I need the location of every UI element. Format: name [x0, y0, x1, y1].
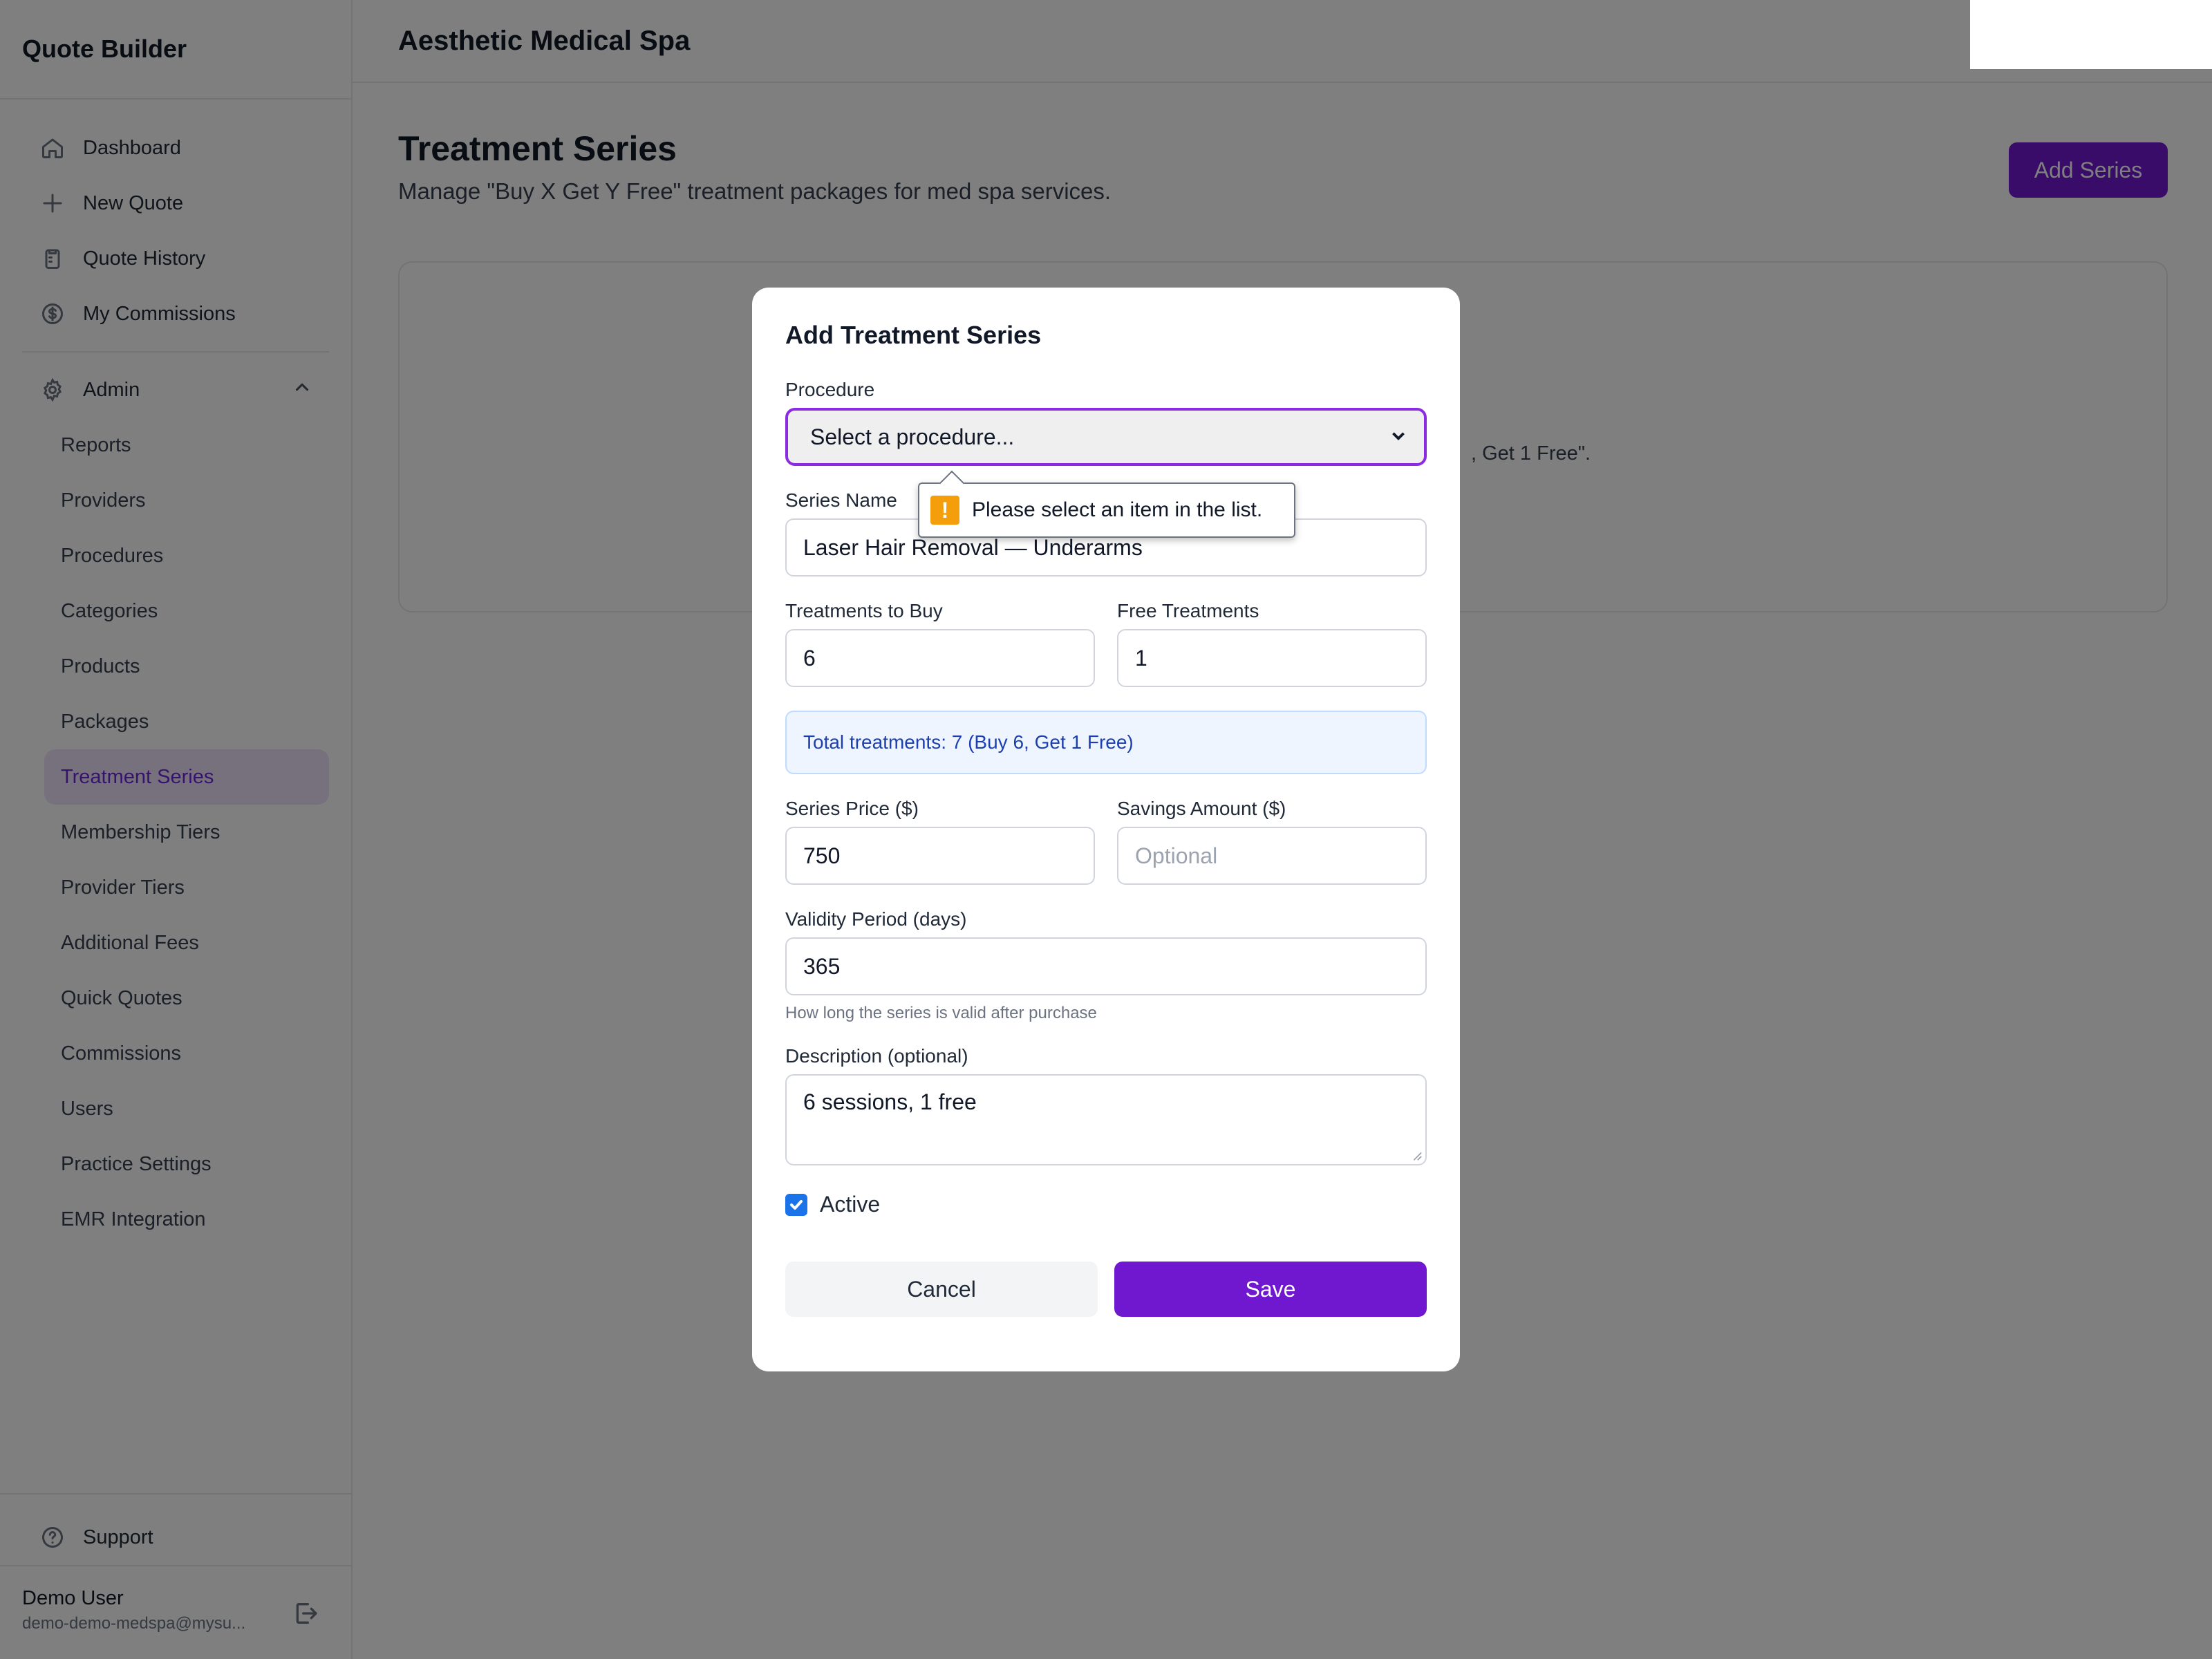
procedure-label: Procedure [785, 379, 875, 400]
validation-tooltip: ! Please select an item in the list. [918, 482, 1295, 538]
add-treatment-series-dialog: Add Treatment Series Procedure Select a … [752, 288, 1460, 1371]
active-checkbox[interactable] [785, 1193, 807, 1216]
savings-amount-input[interactable]: Optional [1117, 827, 1427, 885]
series-price-value: 750 [803, 843, 841, 868]
validity-value: 365 [803, 953, 841, 979]
treatments-to-buy-value: 6 [803, 645, 816, 671]
active-checkbox-row[interactable]: Active [785, 1192, 1427, 1217]
active-label: Active [820, 1192, 881, 1217]
validity-input[interactable]: 365 [785, 937, 1427, 995]
validity-label: Validity Period (days) [785, 908, 967, 930]
save-button[interactable]: Save [1114, 1262, 1427, 1317]
treatments-to-buy-label: Treatments to Buy [785, 600, 943, 621]
description-value: 6 sessions, 1 free [803, 1089, 977, 1114]
dialog-title: Add Treatment Series [785, 321, 1042, 349]
free-treatments-input[interactable]: 1 [1117, 629, 1427, 687]
series-price-input[interactable]: 750 [785, 827, 1095, 885]
procedure-select-value: Select a procedure... [810, 424, 1015, 449]
procedure-select[interactable]: Select a procedure... [785, 408, 1427, 466]
series-name-value: Laser Hair Removal — Underarms [803, 534, 1143, 560]
series-price-label: Series Price ($) [785, 798, 919, 819]
cancel-button[interactable]: Cancel [785, 1262, 1098, 1317]
treatments-to-buy-input[interactable]: 6 [785, 629, 1095, 687]
description-textarea[interactable]: 6 sessions, 1 free [785, 1074, 1427, 1165]
warning-icon: ! [930, 496, 959, 525]
validity-hint: How long the series is valid after purch… [785, 1004, 1097, 1022]
validation-message: Please select an item in the list. [972, 498, 1263, 521]
savings-amount-label: Savings Amount ($) [1117, 798, 1286, 819]
description-label: Description (optional) [785, 1045, 968, 1067]
free-treatments-value: 1 [1135, 645, 1147, 671]
resize-handle-icon[interactable] [1410, 1149, 1423, 1161]
blank-region [1970, 0, 2212, 69]
savings-amount-placeholder: Optional [1135, 843, 1218, 868]
free-treatments-label: Free Treatments [1117, 600, 1259, 621]
chevron-down-icon [1389, 424, 1407, 450]
total-treatments-info: Total treatments: 7 (Buy 6, Get 1 Free) [785, 711, 1427, 774]
